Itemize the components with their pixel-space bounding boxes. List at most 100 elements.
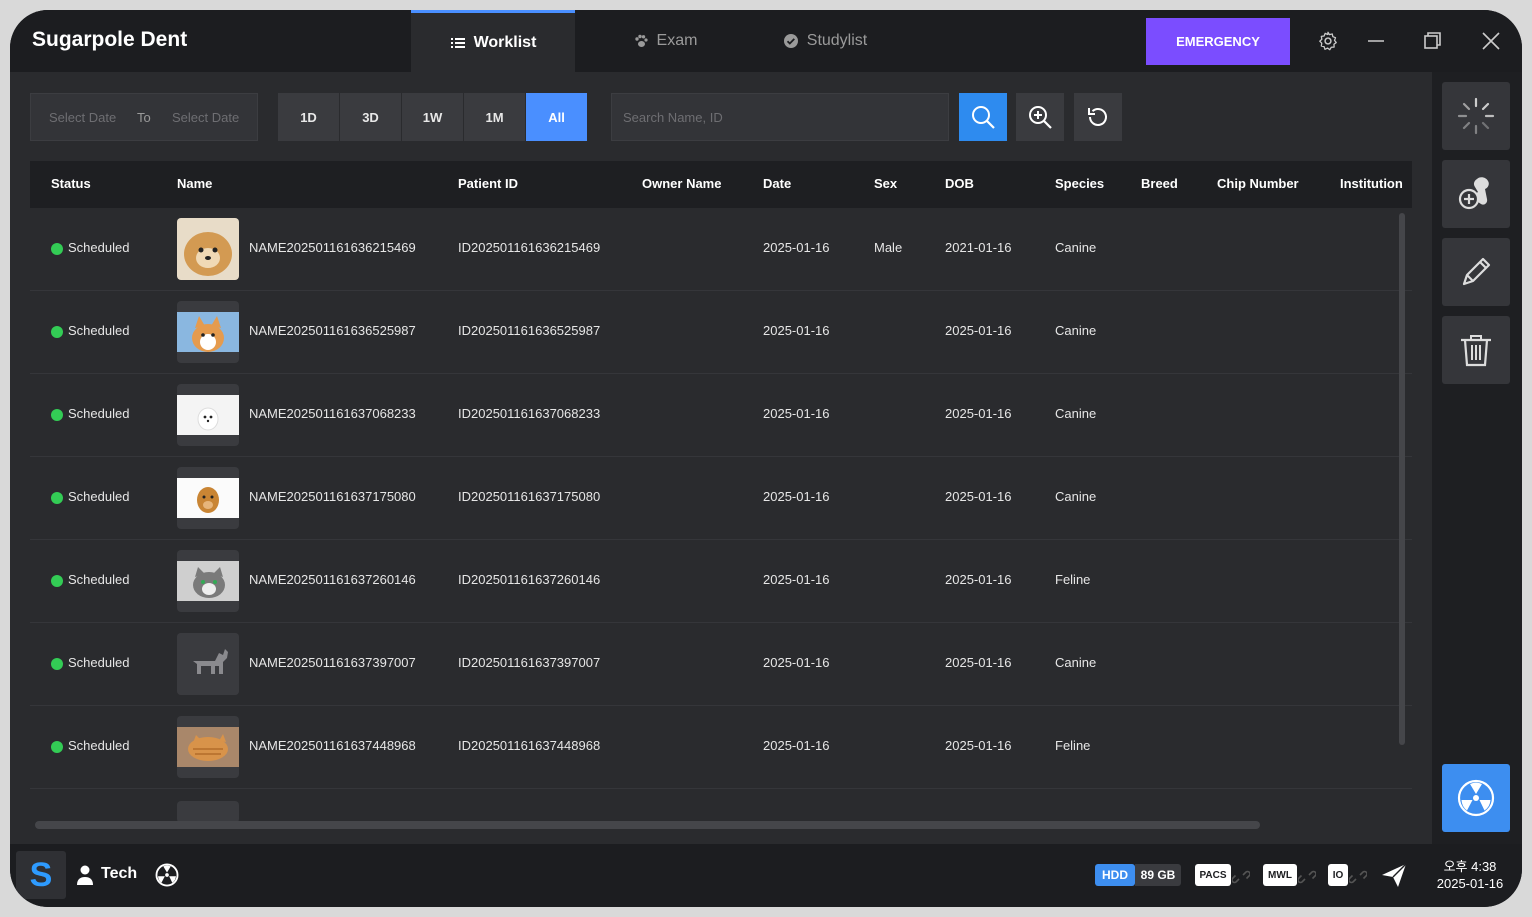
hdd-value: 89 GB: [1135, 864, 1181, 886]
vertical-scrollbar[interactable]: [1399, 213, 1405, 745]
col-status[interactable]: Status: [51, 176, 91, 191]
cell-name: NAME202501161637260146: [249, 572, 416, 587]
mwl-badge[interactable]: MWL: [1263, 864, 1297, 886]
col-date[interactable]: Date: [763, 176, 791, 191]
table-row[interactable]: Scheduled NAME202501161636525987 ID2025011…: [30, 291, 1412, 374]
clock: 오후 4:38 2025-01-16: [1430, 858, 1510, 892]
date-to-field[interactable]: Select Date: [172, 110, 239, 125]
table-row-partial[interactable]: [30, 791, 1412, 824]
col-species[interactable]: Species: [1055, 176, 1104, 191]
cell-name: NAME202501161637068233: [249, 406, 416, 421]
cell-patient-id: ID202501161636525987: [458, 323, 601, 338]
table-row[interactable]: Scheduled NAME202501161637260146 ID2025011…: [30, 540, 1412, 623]
refresh-icon: [1088, 108, 1107, 126]
cell-status: Scheduled: [68, 738, 130, 753]
acquire-button[interactable]: [1442, 764, 1510, 832]
check-circle-icon: [783, 34, 798, 48]
app-title: Sugarpole Dent: [32, 28, 188, 51]
horizontal-scrollbar[interactable]: [35, 821, 1260, 829]
date-range-picker[interactable]: Select Date To Select Date: [30, 93, 258, 141]
tab-studylist[interactable]: Studylist: [760, 10, 890, 72]
col-sex[interactable]: Sex: [874, 176, 897, 191]
cell-status: Scheduled: [68, 406, 130, 421]
col-patient-id[interactable]: Patient ID: [458, 176, 518, 191]
cell-species: Feline: [1055, 738, 1091, 753]
table-row[interactable]: Scheduled NAME202501161637448968 ID2025011…: [30, 706, 1412, 789]
search-input[interactable]: [611, 93, 949, 141]
link-broken-icon: [1349, 870, 1367, 884]
list-icon: [450, 37, 465, 48]
tab-worklist[interactable]: Worklist: [411, 10, 575, 72]
cell-species: Canine: [1055, 489, 1097, 504]
table-row[interactable]: Scheduled NAME202501161636215469 ID2025011…: [30, 208, 1412, 291]
user-icon: [77, 865, 93, 885]
cell-status: Scheduled: [68, 489, 130, 504]
cell-species: Canine: [1055, 323, 1097, 338]
table-row[interactable]: Scheduled NAME202501161637068233 ID2025011…: [30, 374, 1412, 457]
link-broken-icon: [1232, 870, 1250, 884]
cell-status: Scheduled: [68, 240, 130, 255]
range-filter-group: 1D 3D 1W 1M All: [278, 93, 588, 141]
close-button[interactable]: [1478, 28, 1504, 54]
status-dot-icon: [51, 326, 63, 338]
col-institution[interactable]: Institution: [1340, 176, 1403, 191]
cell-patient-id: ID202501161636215469: [458, 240, 601, 255]
zoom-search-button[interactable]: [1016, 93, 1064, 141]
col-name[interactable]: Name: [177, 176, 212, 191]
cell-date: 2025-01-16: [763, 655, 830, 670]
delete-button[interactable]: [1442, 316, 1510, 384]
patient-thumbnail: [177, 801, 239, 823]
col-dob[interactable]: DOB: [945, 176, 974, 191]
date-to-label: To: [137, 109, 151, 125]
emergency-button[interactable]: EMERGENCY: [1146, 18, 1290, 65]
patient-thumbnail: [177, 633, 239, 695]
pacs-badge[interactable]: PACS: [1195, 864, 1231, 886]
status-bar: S Tech HDD 89 GB PACS MWL IO 오후 4:38 202…: [10, 844, 1522, 907]
col-chip-number[interactable]: Chip Number: [1217, 176, 1299, 191]
minimize-icon: [1368, 40, 1384, 42]
status-dot-icon: [51, 492, 63, 504]
cell-name: NAME202501161637175080: [249, 489, 416, 504]
cell-date: 2025-01-16: [763, 489, 830, 504]
col-breed[interactable]: Breed: [1141, 176, 1178, 191]
io-badge[interactable]: IO: [1328, 864, 1348, 886]
clock-time: 오후 4:38: [1443, 859, 1497, 874]
cell-status: Scheduled: [68, 323, 130, 338]
status-dot-icon: [51, 409, 63, 421]
range-1m-button[interactable]: 1M: [464, 93, 526, 141]
table-row[interactable]: Scheduled NAME202501161637397007 ID2025011…: [30, 623, 1412, 706]
settings-button[interactable]: [1315, 28, 1341, 54]
refresh-button[interactable]: [1074, 93, 1122, 141]
cell-dob: 2025-01-16: [945, 489, 1012, 504]
patient-thumbnail: [177, 218, 239, 280]
range-3d-button[interactable]: 3D: [340, 93, 402, 141]
clock-date: 2025-01-16: [1436, 876, 1504, 891]
col-owner-name[interactable]: Owner Name: [642, 176, 721, 191]
table-row[interactable]: Scheduled NAME202501161637175080 ID2025011…: [30, 457, 1412, 540]
range-all-button[interactable]: All: [526, 93, 588, 141]
patient-thumbnail: [177, 384, 239, 446]
date-from-field[interactable]: Select Date: [49, 110, 116, 125]
app-logo[interactable]: S: [16, 851, 66, 899]
radiation-icon: [1457, 779, 1495, 817]
cell-date: 2025-01-16: [763, 323, 830, 338]
range-1w-button[interactable]: 1W: [402, 93, 464, 141]
loading-button[interactable]: [1442, 82, 1510, 150]
range-1d-button[interactable]: 1D: [278, 93, 340, 141]
send-button[interactable]: [1380, 861, 1408, 894]
maximize-button[interactable]: [1420, 28, 1446, 54]
action-sidebar: [1432, 72, 1522, 844]
cell-date: 2025-01-16: [763, 738, 830, 753]
edit-icon: [1462, 257, 1491, 286]
cell-species: Canine: [1055, 406, 1097, 421]
add-patient-button[interactable]: [1442, 160, 1510, 228]
search-button[interactable]: [959, 93, 1007, 141]
edit-button[interactable]: [1442, 238, 1510, 306]
radiation-icon: [155, 863, 179, 887]
tab-exam[interactable]: Exam: [600, 10, 730, 72]
cell-dob: 2025-01-16: [945, 323, 1012, 338]
minimize-button[interactable]: [1363, 28, 1389, 54]
app-window: Sugarpole Dent Worklist Exam Studylist E…: [10, 10, 1522, 907]
status-dot-icon: [51, 741, 63, 753]
radiation-status[interactable]: [154, 862, 180, 893]
